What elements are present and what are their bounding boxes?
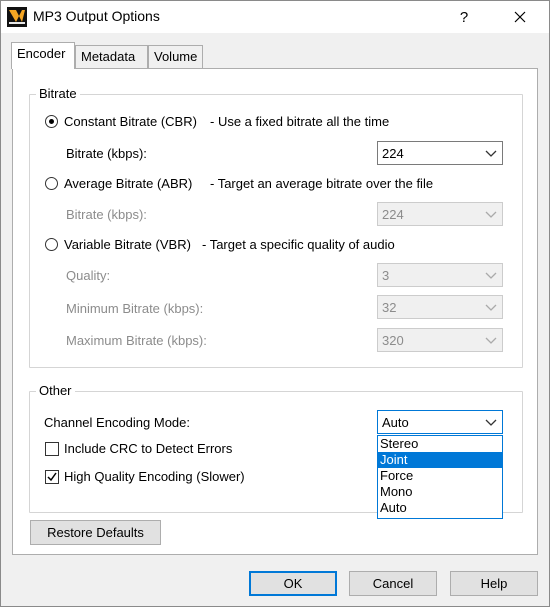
help-button[interactable]: Help bbox=[450, 571, 538, 596]
vbr-max-select[interactable]: 320 bbox=[377, 328, 503, 352]
chevron-down-icon bbox=[485, 337, 497, 344]
abr-bitrate-value: 224 bbox=[382, 207, 404, 222]
vbr-label[interactable]: Variable Bitrate (VBR) bbox=[64, 237, 191, 252]
dropdown-option-joint[interactable]: Joint bbox=[378, 452, 502, 468]
crc-checkbox[interactable] bbox=[45, 442, 59, 456]
vbr-quality-select[interactable]: 3 bbox=[377, 263, 503, 287]
window-title: MP3 Output Options bbox=[33, 8, 160, 24]
dropdown-option-auto[interactable]: Auto bbox=[378, 500, 502, 516]
help-icon[interactable]: ? bbox=[441, 1, 487, 33]
vbr-description: - Target a specific quality of audio bbox=[202, 237, 395, 252]
cbr-radio[interactable] bbox=[45, 115, 58, 128]
tab-encoder[interactable]: Encoder bbox=[11, 42, 75, 69]
cbr-description: - Use a fixed bitrate all the time bbox=[210, 114, 390, 129]
vbr-max-label: Maximum Bitrate (kbps): bbox=[66, 333, 207, 348]
hq-checkbox[interactable] bbox=[45, 470, 59, 484]
crc-label[interactable]: Include CRC to Detect Errors bbox=[64, 441, 232, 456]
tab-volume[interactable]: Volume bbox=[148, 45, 203, 69]
dropdown-option-mono[interactable]: Mono bbox=[378, 484, 502, 500]
ok-button[interactable]: OK bbox=[249, 571, 337, 596]
restore-defaults-button[interactable]: Restore Defaults bbox=[30, 520, 161, 545]
cancel-button[interactable]: Cancel bbox=[349, 571, 437, 596]
channel-mode-select[interactable]: Auto bbox=[377, 410, 503, 434]
title-bar: MP3 Output Options ? bbox=[1, 1, 549, 33]
chevron-down-icon bbox=[485, 211, 497, 218]
vbr-quality-label: Quality: bbox=[66, 268, 111, 283]
hq-label[interactable]: High Quality Encoding (Slower) bbox=[64, 469, 245, 484]
dropdown-option-stereo[interactable]: Stereo bbox=[378, 436, 502, 452]
chevron-down-icon bbox=[485, 304, 497, 311]
close-icon[interactable] bbox=[497, 1, 543, 33]
cbr-bitrate-label: Bitrate (kbps): bbox=[66, 146, 147, 161]
channel-mode-dropdown-list: Stereo Joint Force Mono Auto bbox=[377, 435, 503, 519]
dropdown-option-force[interactable]: Force bbox=[378, 468, 502, 484]
close-glyph bbox=[514, 11, 526, 23]
vbr-radio[interactable] bbox=[45, 238, 58, 251]
mp3-output-options-dialog: MP3 Output Options ? Encoder Metadata Vo… bbox=[0, 0, 550, 607]
bitrate-group-title: Bitrate bbox=[36, 86, 80, 101]
channel-mode-label: Channel Encoding Mode: bbox=[44, 415, 190, 430]
vbr-min-select[interactable]: 32 bbox=[377, 295, 503, 319]
tab-metadata[interactable]: Metadata bbox=[75, 45, 148, 69]
chevron-down-icon bbox=[485, 419, 497, 426]
abr-label[interactable]: Average Bitrate (ABR) bbox=[64, 176, 192, 191]
chevron-down-icon bbox=[485, 150, 497, 157]
other-group-title: Other bbox=[36, 383, 75, 398]
abr-bitrate-select[interactable]: 224 bbox=[377, 202, 503, 226]
radio-selected-dot bbox=[49, 119, 54, 124]
chevron-down-icon bbox=[485, 272, 497, 279]
vbr-min-value: 32 bbox=[382, 300, 397, 315]
cbr-label[interactable]: Constant Bitrate (CBR) bbox=[64, 114, 197, 129]
bitrate-group: Bitrate bbox=[29, 86, 523, 368]
cbr-bitrate-select[interactable]: 224 bbox=[377, 141, 503, 165]
app-icon bbox=[7, 7, 27, 27]
vbr-min-label: Minimum Bitrate (kbps): bbox=[66, 301, 204, 316]
cbr-bitrate-value: 224 bbox=[382, 146, 404, 161]
checkmark-icon bbox=[47, 472, 57, 482]
abr-radio[interactable] bbox=[45, 177, 58, 190]
vbr-max-value: 320 bbox=[382, 333, 404, 348]
vbr-quality-value: 3 bbox=[382, 268, 390, 283]
abr-description: - Target an average bitrate over the fil… bbox=[210, 176, 434, 191]
channel-mode-value: Auto bbox=[382, 415, 409, 430]
abr-bitrate-label: Bitrate (kbps): bbox=[66, 207, 147, 222]
